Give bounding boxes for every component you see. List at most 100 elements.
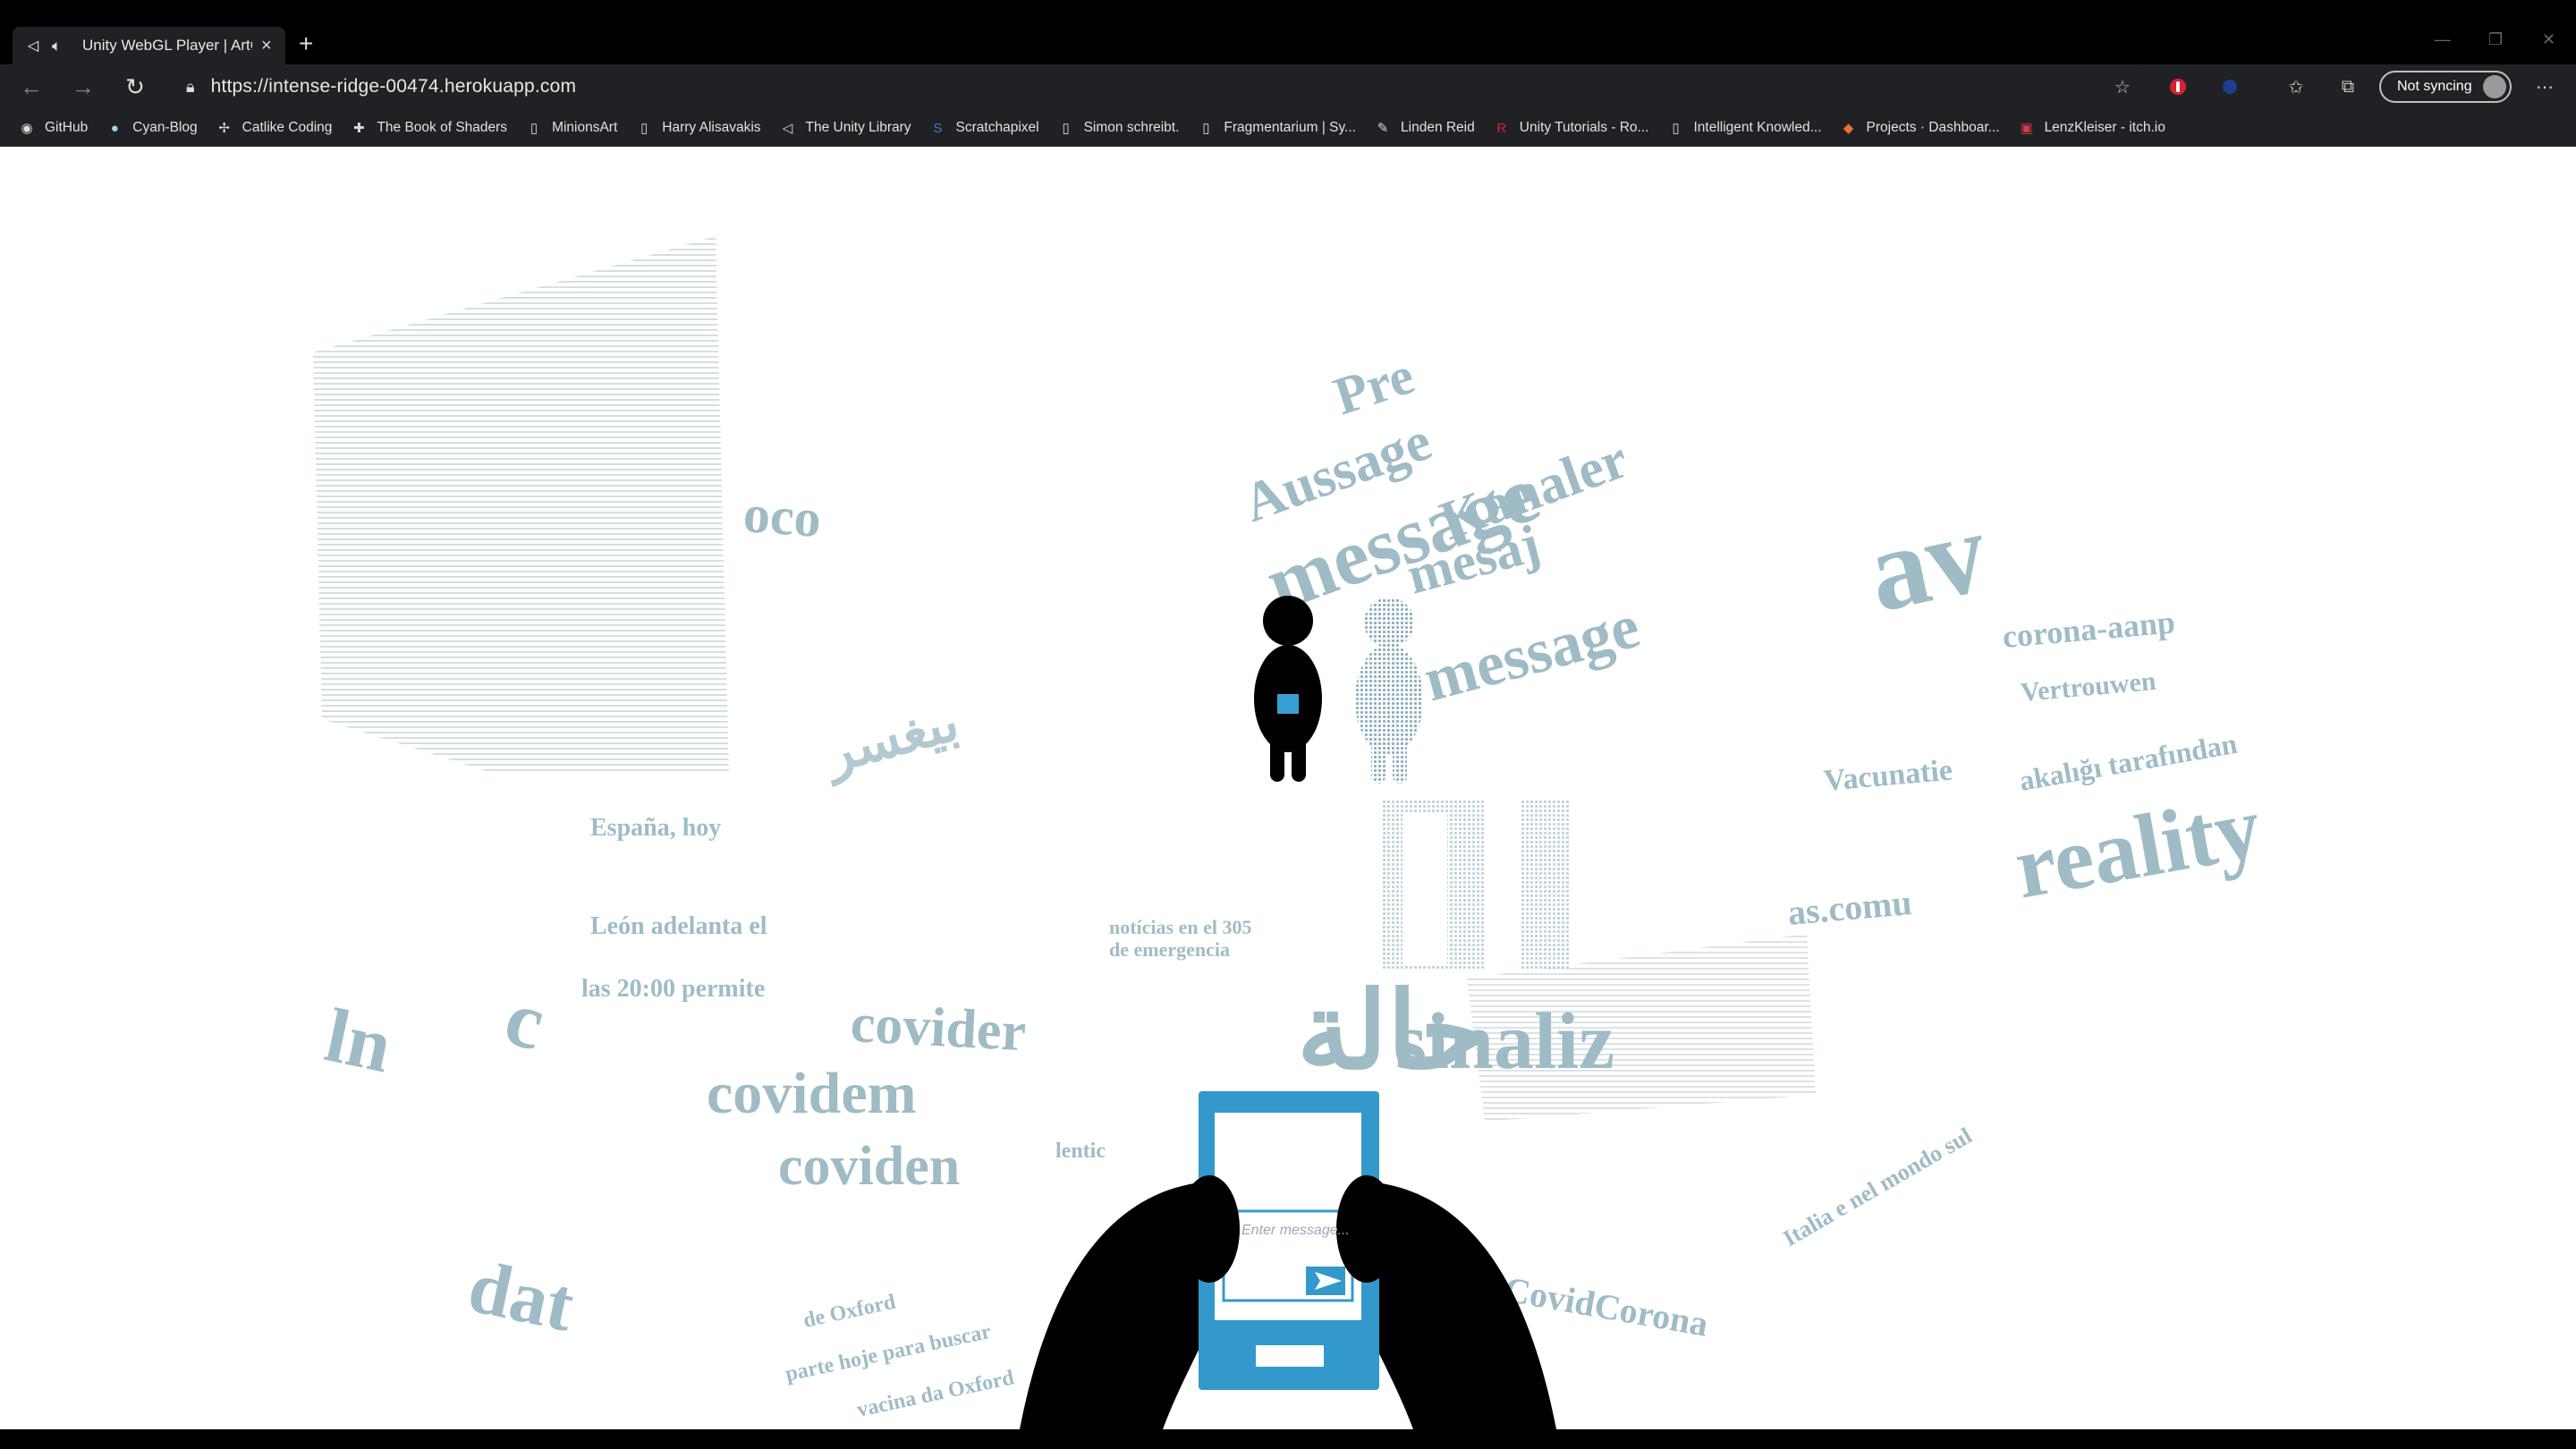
text-fragment: message <box>1417 592 1647 716</box>
lock-icon[interactable]: 🔒︎ <box>186 78 195 97</box>
text-fragment: de Oxford <box>801 1291 898 1333</box>
phone-home-button <box>1256 1345 1324 1367</box>
bookmark-linden-reid[interactable]: ✎ Linden Reid <box>1374 119 1475 137</box>
game-scene[interactable]: PremessageAussageKanalermesaj avrealityc c… <box>0 147 2576 1429</box>
collections-icon[interactable]: ⧉ <box>2334 73 2361 100</box>
page-icon: ▯ <box>1672 121 1680 136</box>
text-fragment: lentic <box>1055 1140 1106 1163</box>
text-fragment: Vertrouwen <box>2020 666 2157 708</box>
text-fragment: ln <box>318 992 399 1089</box>
new-tab-button[interactable]: + <box>299 30 313 57</box>
bookmark-intelligent-knowled[interactable]: ▯ Intelligent Knowled... <box>1666 119 1821 137</box>
add-favorite-icon[interactable]: ☆ <box>2109 73 2136 100</box>
bookmark-label: Fragmentarium | Sy... <box>1224 120 1357 135</box>
bookmark-cyan-blog[interactable]: ● Cyan-Blog <box>106 119 198 137</box>
text-fragment: CovidCorona <box>1501 1269 1711 1344</box>
tab-title: Unity WebGL Player | ArtGa <box>82 37 252 54</box>
bookmark-github[interactable]: ◉ GitHub <box>18 119 88 137</box>
favorites-icon[interactable]: ✩ <box>2283 73 2309 100</box>
text-fragment: reality <box>2008 776 2268 917</box>
bookmark-label: GitHub <box>45 120 89 135</box>
bookmark-minionsart[interactable]: ▯ MinionsArt <box>525 119 617 137</box>
close-tab-icon[interactable]: × <box>261 36 272 56</box>
bookmark-the-book-of-shaders[interactable]: ✚ The Book of Shaders <box>350 119 507 137</box>
text-fragment: covidem <box>707 1061 917 1126</box>
bookmark-unity-tutorials-ro[interactable]: R Unity Tutorials - Ro... <box>1493 119 1649 137</box>
avatar <box>2483 75 2506 98</box>
bookmark-catlike-coding[interactable]: ✢ Catlike Coding <box>216 119 332 137</box>
sync-button[interactable]: Not syncing <box>2379 71 2512 103</box>
bookmark-label: Harry Alisavakis <box>662 120 761 135</box>
extension-blue-icon[interactable] <box>2216 73 2243 100</box>
paper-block-gap <box>1485 800 1521 970</box>
window-titlebar: ◁ 🔈︎ Unity WebGL Player | ArtGa × + — ❐ … <box>0 0 2576 64</box>
text-fragment: coviden <box>778 1136 960 1197</box>
bookmark-label: Linden Reid <box>1401 120 1475 135</box>
bookmark-lenzkleiser-itch-io[interactable]: ▣ LenzKleiser - itch.io <box>2018 119 2165 137</box>
text-fragment: de emergencia <box>1109 938 1230 961</box>
bookmark-scratchapixel[interactable]: S Scratchapixel <box>929 119 1039 137</box>
r-icon: R <box>1496 120 1507 136</box>
back-icon[interactable]: ← <box>16 72 47 102</box>
sync-label: Not syncing <box>2397 79 2472 94</box>
bookmark-simon-schreibt[interactable]: ▯ Simon schreibt. <box>1057 119 1180 137</box>
text-fragment: León adelanta el <box>590 912 767 940</box>
bookmark-label: MinionsArt <box>552 120 618 135</box>
bookmark-label: Scratchapixel <box>955 120 1039 135</box>
text-fragment: Vacunatie <box>1822 754 1953 798</box>
bookmark-label: Cyan-Blog <box>132 120 198 135</box>
shader-icon: ✚ <box>353 121 365 136</box>
unity-icon: ◁ <box>782 121 793 136</box>
bookmark-projects-dashboar[interactable]: ◆ Projects · Dashboar... <box>1840 119 2000 137</box>
unity-webgl-canvas[interactable]: Pre message Aussage Kanaler mesaj av reality c c… <box>0 147 2576 1429</box>
bookmark-label: Projects · Dashboar... <box>1866 120 2000 135</box>
bookmark-label: The Unity Library <box>805 120 911 135</box>
speaker-icon[interactable]: 🔈︎ <box>52 37 75 55</box>
newspaper-sheet-left <box>313 236 729 773</box>
text-fragment: c <box>496 973 554 1068</box>
text-fragment: dat <box>462 1245 581 1348</box>
text-fragment: Italia e nel mondo sul <box>1779 1123 1977 1251</box>
bookmark-label: LenzKleiser - itch.io <box>2044 120 2165 135</box>
text-fragment: covider <box>849 993 1028 1063</box>
browser-toolbar: ← → ↻ 🔒︎ https://intense-ridge-00474.her… <box>0 64 2576 109</box>
bookmark-the-unity-library[interactable]: ◁ The Unity Library <box>779 119 911 137</box>
bookmark-label: Simon schreibt. <box>1083 120 1180 135</box>
text-fragment: sinaliz <box>1395 997 1614 1086</box>
text-fragment: vacina da Oxford <box>855 1366 1017 1422</box>
linden-icon: ✎ <box>1377 121 1389 136</box>
bookmark-fragmentarium-sy[interactable]: ▯ Fragmentarium | Sy... <box>1197 119 1356 137</box>
reload-icon[interactable]: ↻ <box>120 72 150 102</box>
bookmark-harry-alisavakis[interactable]: ▯ Harry Alisavakis <box>635 119 760 137</box>
bookmark-label: Intelligent Knowled... <box>1693 120 1822 135</box>
phone-placeholder: Enter message... <box>1241 1223 1350 1238</box>
user-figure-solid <box>1254 596 1322 782</box>
text-fragment: av <box>1857 487 1997 637</box>
close-window-icon[interactable]: ✕ <box>2542 30 2555 49</box>
bookmarks-bar: ◉ GitHub ● Cyan-Blog ✢ Catlike Coding ✚ The Boo… <box>0 109 2576 147</box>
extension-red-icon[interactable] <box>2165 73 2191 100</box>
more-menu-icon[interactable]: ⋯ <box>2531 73 2558 100</box>
paper-block-gap <box>1402 813 1447 965</box>
forward-icon[interactable]: → <box>68 72 98 102</box>
page-icon: ▯ <box>530 121 538 136</box>
itch-icon: ▣ <box>2020 121 2033 136</box>
restore-icon[interactable]: ❐ <box>2488 30 2503 49</box>
text-fragment: notícias en el 305 <box>1109 916 1252 938</box>
text-fragment: as.comu <box>1786 882 1913 933</box>
browser-tab[interactable]: ◁ 🔈︎ Unity WebGL Player | ArtGa × <box>13 27 285 64</box>
minimize-icon[interactable]: — <box>2435 30 2451 49</box>
text-fragment: corona-aanp <box>2001 604 2176 655</box>
scratchapixel-icon: S <box>933 120 943 136</box>
unity-favicon-icon: ◁ <box>27 38 39 54</box>
github-icon: ◉ <box>21 121 33 136</box>
text-fragment: oco <box>741 484 823 548</box>
address-bar[interactable]: 🔒︎ https://intense-ridge-00474.herokuapp… <box>175 69 2152 105</box>
text-fragment: España, hoy <box>590 814 721 842</box>
text-fragment: بيغسر <box>816 692 965 788</box>
page-icon: ▯ <box>1062 121 1070 136</box>
small-phone-icon <box>1277 694 1299 714</box>
bookmark-label: Unity Tutorials - Ro... <box>1519 120 1649 135</box>
text-fragment: las 20:00 permite <box>581 975 765 1003</box>
catlike-icon: ✢ <box>218 121 230 136</box>
